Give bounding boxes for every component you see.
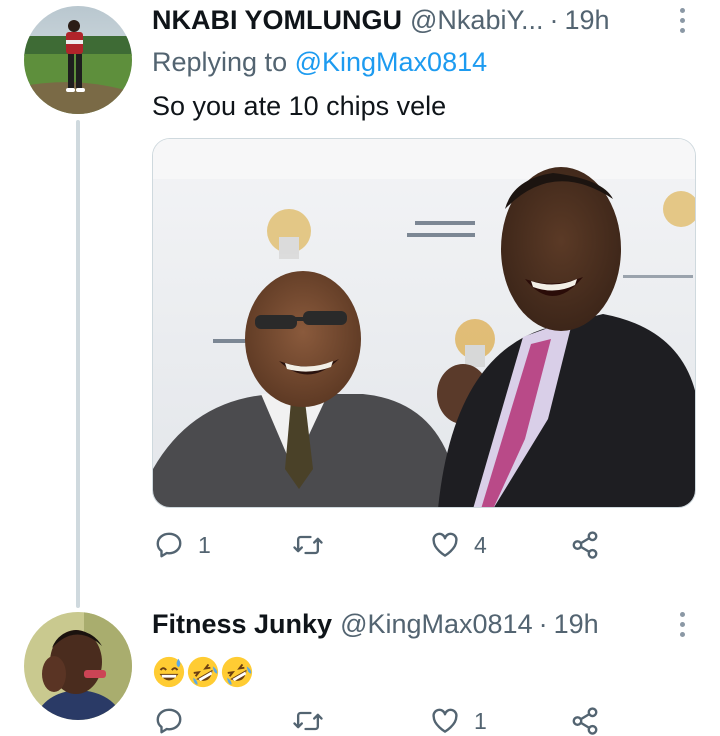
tweet-photo[interactable] bbox=[152, 138, 696, 508]
retweet-icon bbox=[293, 711, 323, 731]
rolling-laughing-emoji bbox=[221, 656, 253, 688]
reply-icon bbox=[156, 532, 182, 558]
user-handle[interactable]: @KingMax0814 bbox=[340, 604, 533, 644]
like-count: 4 bbox=[474, 531, 487, 558]
reply-button[interactable]: 1 bbox=[154, 530, 292, 560]
tweet-header: NKABI YOMLUNGU @NkabiY... · 19h bbox=[152, 0, 694, 40]
avatar[interactable] bbox=[24, 612, 132, 720]
display-name[interactable]: NKABI YOMLUNGU bbox=[152, 0, 402, 40]
replying-prefix: Replying to bbox=[152, 47, 295, 77]
share-button[interactable] bbox=[570, 706, 600, 736]
retweet-button[interactable] bbox=[292, 706, 430, 736]
share-icon bbox=[572, 531, 598, 559]
grinning-sweat-emoji bbox=[153, 656, 185, 688]
tweet-actions: 1 4 bbox=[154, 530, 614, 560]
separator-dot: · bbox=[538, 609, 548, 639]
share-icon bbox=[572, 707, 598, 735]
tweet[interactable]: NKABI YOMLUNGU @NkabiY... · 19h Replying… bbox=[152, 0, 696, 559]
replying-to: Replying to @KingMax0814 bbox=[152, 42, 694, 82]
display-name[interactable]: Fitness Junky bbox=[152, 604, 332, 644]
more-icon[interactable] bbox=[678, 8, 686, 33]
thread-connector-line bbox=[76, 120, 80, 608]
rolling-laughing-emoji bbox=[187, 656, 219, 688]
share-button[interactable] bbox=[570, 530, 600, 560]
reply-button[interactable] bbox=[154, 706, 292, 736]
like-icon bbox=[432, 532, 458, 557]
reply-icon bbox=[156, 708, 182, 734]
avatar[interactable] bbox=[24, 6, 132, 114]
tweet-text: So you ate 10 chips vele bbox=[152, 91, 447, 121]
like-icon bbox=[432, 708, 458, 733]
photo-laughing-men bbox=[153, 139, 695, 507]
mention-link[interactable]: @KingMax0814 bbox=[295, 47, 488, 77]
like-button[interactable]: 1 bbox=[430, 706, 570, 736]
timestamp[interactable]: 19h bbox=[565, 0, 610, 40]
reply-count: 1 bbox=[198, 531, 211, 558]
like-count: 1 bbox=[474, 707, 487, 734]
user-handle[interactable]: @NkabiY... bbox=[410, 0, 543, 40]
more-icon[interactable] bbox=[678, 612, 686, 637]
tweet[interactable]: Fitness Junky @KingMax0814 · 19h 1 bbox=[152, 604, 694, 735]
tweet-header: Fitness Junky @KingMax0814 · 19h bbox=[152, 604, 694, 644]
like-button[interactable]: 4 bbox=[430, 530, 570, 560]
tweet-text bbox=[152, 652, 694, 692]
tweet-actions: 1 bbox=[154, 706, 614, 736]
retweet-button[interactable] bbox=[292, 530, 430, 560]
retweet-icon bbox=[293, 535, 323, 555]
timestamp[interactable]: 19h bbox=[554, 604, 599, 644]
separator-dot: · bbox=[549, 5, 559, 35]
